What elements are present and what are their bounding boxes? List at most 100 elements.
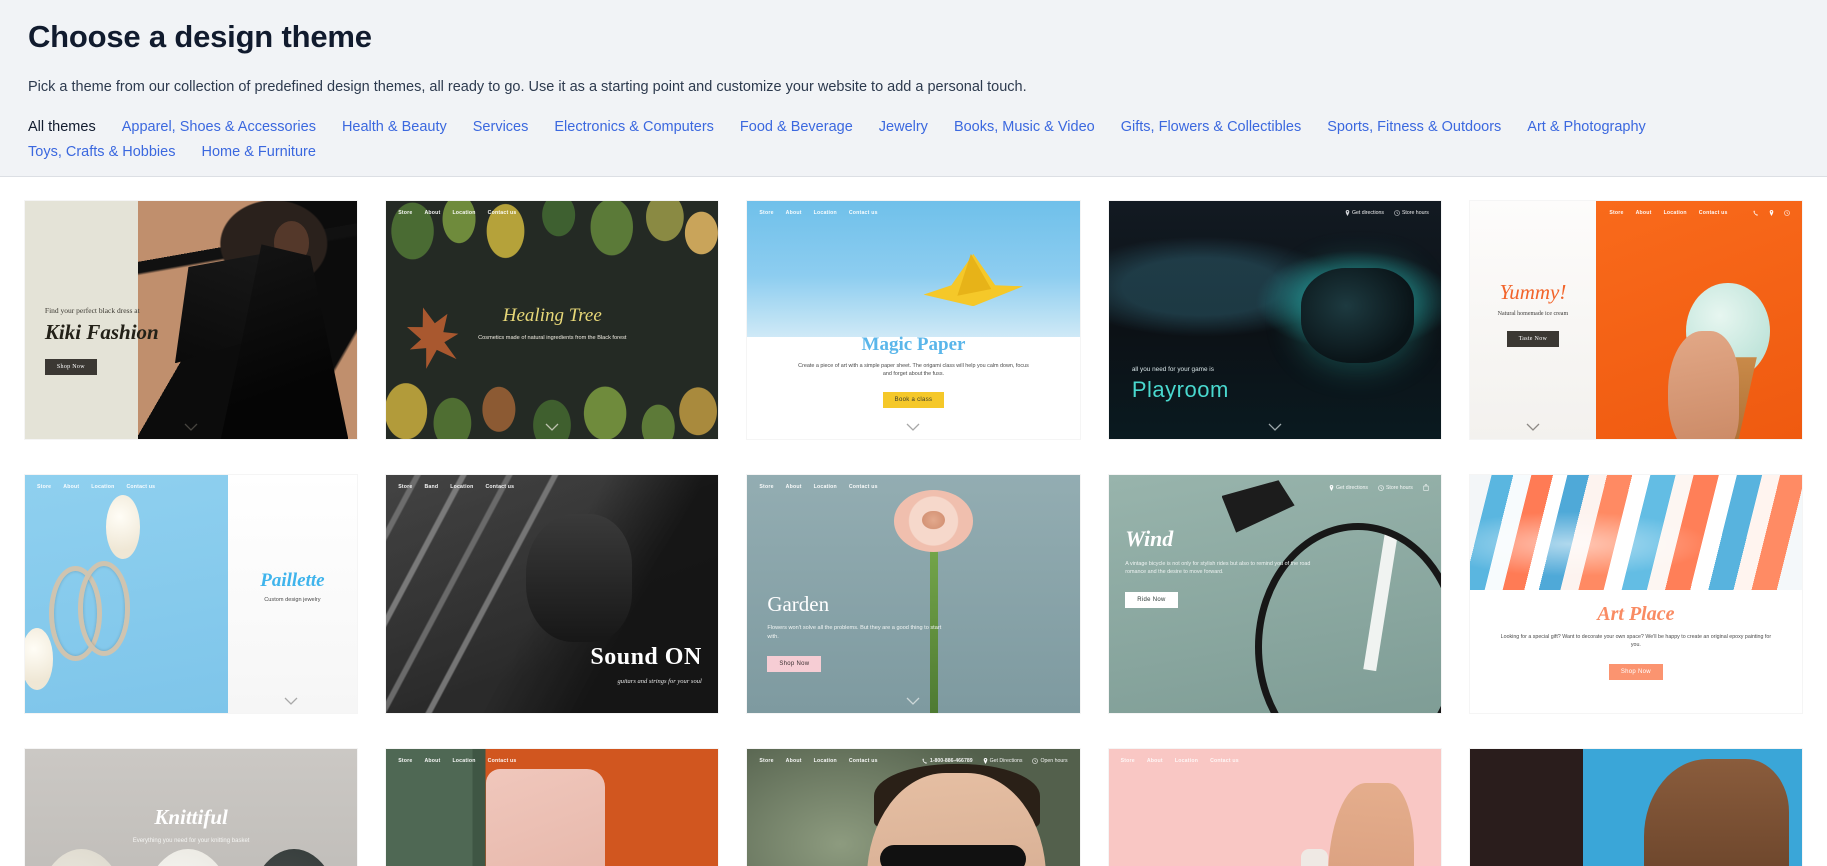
theme-card-ceramics[interactable]: Craft your skills with Ceramics Mastercl… (1469, 749, 1802, 866)
preview-nav-contact-us[interactable]: Contact us (488, 758, 517, 764)
get-directions-link[interactable]: Get Directions (983, 758, 1023, 765)
store-hours-link[interactable]: Store hours (1378, 485, 1413, 491)
preview-nav-store[interactable]: Store (759, 758, 773, 764)
store-hours-link[interactable]: Store hours (1394, 210, 1429, 216)
preview-nav-location[interactable]: Location (452, 210, 475, 216)
filter-sports-fitness[interactable]: Sports, Fitness & Outdoors (1327, 119, 1501, 135)
preview-nav-about[interactable]: About (63, 484, 79, 490)
chevron-down-icon[interactable] (545, 423, 559, 432)
preview-nav-about[interactable]: About (786, 758, 802, 764)
filter-gifts-flowers[interactable]: Gifts, Flowers & Collectibles (1121, 119, 1302, 135)
preview-nav-store[interactable]: Store (398, 758, 412, 764)
theme-card-sofa[interactable]: Store About Location Contact us (386, 749, 719, 866)
theme-card-wind[interactable]: Get directions Store hours Wind A vintag… (1108, 475, 1441, 714)
chevron-down-icon[interactable] (184, 423, 198, 432)
get-directions-link[interactable]: Get directions (1329, 484, 1368, 491)
preview-nav-about[interactable]: About (786, 210, 802, 216)
theme-card-garden[interactable]: Store About Location Contact us Garden F… (747, 475, 1080, 714)
preview-nav-store[interactable]: Store (398, 484, 412, 490)
theme-card-magic-paper[interactable]: Store About Location Contact us Magic Pa… (747, 201, 1080, 440)
preview-nav-location[interactable]: Location (91, 484, 114, 490)
theme-card-healing-tree[interactable]: Store About Location Contact us Healing … (386, 201, 719, 440)
preview-nav-location[interactable]: Location (814, 210, 837, 216)
filter-toys-crafts[interactable]: Toys, Crafts & Hobbies (28, 144, 175, 160)
preview-nav-about[interactable]: About (786, 484, 802, 490)
chevron-down-icon[interactable] (1268, 423, 1282, 432)
preview-nav-contact-us[interactable]: Contact us (849, 758, 878, 764)
preview-utility-bar (1753, 210, 1790, 217)
preview-nav-contact-us[interactable]: Contact us (1699, 210, 1728, 216)
preview-nav-about[interactable]: About (424, 210, 440, 216)
get-directions-link[interactable]: Get directions (1345, 210, 1384, 217)
theme-card-playroom[interactable]: Get directions Store hours all you need … (1108, 201, 1441, 440)
theme-title: Garden (767, 592, 830, 617)
preview-nav-store[interactable]: Store (37, 484, 51, 490)
preview-nav-about[interactable]: About (1636, 210, 1652, 216)
filter-jewelry[interactable]: Jewelry (879, 119, 928, 135)
filter-services[interactable]: Services (473, 119, 529, 135)
open-hours-label: Open hours (1040, 758, 1068, 765)
filter-books-music-video[interactable]: Books, Music & Video (954, 119, 1095, 135)
preview-nav-contact-us[interactable]: Contact us (1210, 758, 1239, 764)
filter-all-themes[interactable]: All themes (28, 119, 96, 135)
preview-nav-contact-us[interactable]: Contact us (849, 484, 878, 490)
pin-icon (1345, 210, 1350, 217)
preview-nav-about[interactable]: About (424, 758, 440, 764)
theme-card-saycheese[interactable]: Store About Location Contact us SayChees… (1108, 749, 1441, 866)
preview-nav-contact-us[interactable]: Contact us (488, 210, 517, 216)
theme-cta-button[interactable]: Taste Now (1506, 331, 1560, 348)
filter-electronics[interactable]: Electronics & Computers (554, 119, 714, 135)
filter-art-photography[interactable]: Art & Photography (1527, 119, 1646, 135)
preview-nav-location[interactable]: Location (814, 758, 837, 764)
phone-number-link[interactable]: 1-800-886-466789 (922, 758, 973, 764)
preview-nav: Store About Location Contact us (759, 484, 877, 490)
chevron-down-icon[interactable] (906, 423, 920, 432)
preview-nav-store[interactable]: Store (1609, 210, 1623, 216)
preview-nav-location[interactable]: Location (450, 484, 473, 490)
filter-food-beverage[interactable]: Food & Beverage (740, 119, 853, 135)
chevron-down-icon[interactable] (906, 697, 920, 706)
theme-cta-button[interactable]: Book a class (882, 391, 945, 408)
theme-cta-button[interactable]: Shop Now (767, 656, 822, 673)
chevron-down-icon[interactable] (284, 697, 298, 706)
theme-card-paillette[interactable]: Store About Location Contact us Paillett… (25, 475, 358, 714)
pin-icon[interactable] (1769, 210, 1774, 217)
theme-cta-button[interactable]: Ride Now (1125, 592, 1178, 609)
preview-nav-contact-us[interactable]: Contact us (126, 484, 155, 490)
theme-subtitle: Cosmetics made of natural ingredients fr… (478, 335, 627, 342)
theme-subtitle: Create a piece of art with a simple pape… (798, 362, 1029, 378)
preview-nav-store[interactable]: Store (1121, 758, 1135, 764)
preview-nav-location[interactable]: Location (452, 758, 475, 764)
theme-card-sunglasses[interactable]: Store About Location Contact us 1-800-88… (747, 749, 1080, 866)
theme-card-sound-on[interactable]: Store Band Location Contact us Sound ON … (386, 475, 719, 714)
theme-preview-wind: Get directions Store hours Wind A vintag… (1108, 475, 1441, 714)
theme-cta-button[interactable]: Shop Now (44, 359, 97, 376)
theme-card-kiki-fashion[interactable]: Find your perfect black dress at Kiki Fa… (25, 201, 358, 440)
theme-title: Knittiful (154, 804, 228, 829)
theme-card-art-place[interactable]: Art Place Looking for a special gift? Wa… (1469, 475, 1802, 714)
theme-card-yummy[interactable]: Store About Location Contact us Yummy! N… (1469, 201, 1802, 440)
filter-apparel[interactable]: Apparel, Shoes & Accessories (122, 119, 316, 135)
preview-nav-store[interactable]: Store (759, 484, 773, 490)
theme-preview-art-place: Art Place Looking for a special gift? Wa… (1469, 475, 1802, 713)
preview-nav-contact-us[interactable]: Contact us (485, 484, 514, 490)
preview-nav-location[interactable]: Location (1175, 758, 1198, 764)
preview-nav-contact-us[interactable]: Contact us (849, 210, 878, 216)
theme-cta-button[interactable]: Shop Now (1608, 663, 1663, 680)
get-directions-label: Get Directions (989, 758, 1023, 765)
store-hours-label: Store hours (1385, 484, 1413, 491)
preview-nav-location[interactable]: Location (1664, 210, 1687, 216)
preview-nav-band[interactable]: Band (424, 484, 438, 490)
clock-icon[interactable] (1784, 210, 1790, 217)
filter-home-furniture[interactable]: Home & Furniture (201, 144, 315, 160)
open-hours-link[interactable]: Open hours (1032, 758, 1068, 765)
filter-health-beauty[interactable]: Health & Beauty (342, 119, 447, 135)
cart-icon[interactable] (1423, 484, 1429, 492)
chevron-down-icon[interactable] (1526, 423, 1540, 432)
preview-nav-store[interactable]: Store (398, 210, 412, 216)
preview-nav-about[interactable]: About (1147, 758, 1163, 764)
preview-nav-location[interactable]: Location (814, 484, 837, 490)
phone-icon[interactable] (1753, 210, 1759, 217)
preview-nav-store[interactable]: Store (759, 210, 773, 216)
theme-card-knittiful[interactable]: Knittiful Everything you need for your k… (25, 749, 358, 866)
